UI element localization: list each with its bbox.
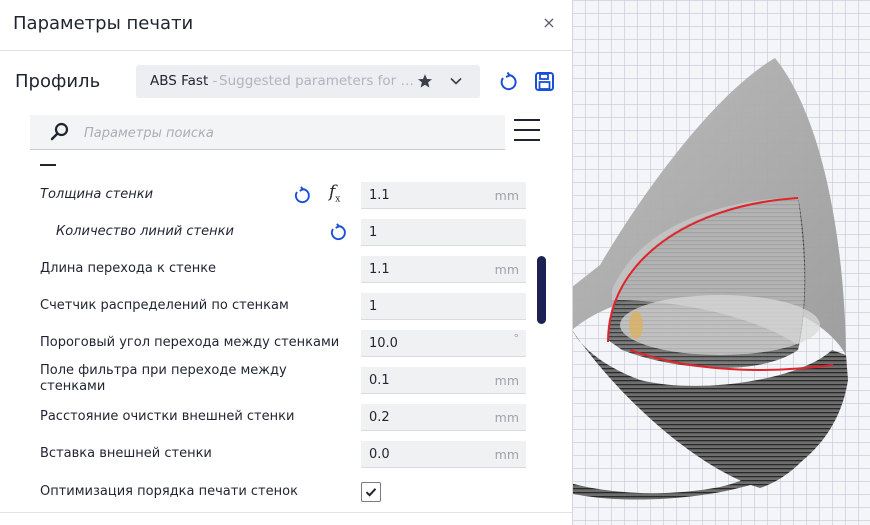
checkmark-icon (365, 488, 377, 497)
setting-input[interactable]: 1.1 mm (361, 256, 526, 283)
menu-bar-3 (514, 139, 540, 141)
setting-value: 1 (369, 299, 378, 314)
setting-label: Счетчик распределений по стенкам (40, 298, 289, 313)
setting-value: 10.0 (369, 336, 398, 351)
setting-unit: ° (513, 332, 520, 345)
setting-input[interactable]: 1 (361, 219, 526, 246)
setting-label: Пороговый угол перехода между стенками (40, 335, 340, 350)
setting-row-outer-wall-inset: Вставка внешней стенки 0.0 mm (0, 438, 572, 470)
setting-input[interactable]: 10.0 ° (361, 330, 526, 357)
setting-value: 1.1 (369, 188, 390, 203)
setting-unit: mm (494, 410, 519, 425)
save-icon[interactable] (534, 71, 555, 92)
setting-row-wall-transition-length: Длина перехода к стенке 1.1 mm (0, 253, 572, 285)
title-bar: Параметры печати × (0, 0, 572, 51)
setting-label: Вставка внешней стенки (40, 446, 212, 461)
chevron-down-icon[interactable] (449, 74, 463, 88)
setting-label: Расстояние очистки внешней стенки (40, 409, 295, 424)
search-icon (50, 122, 69, 141)
setting-input[interactable]: 1.1 mm (361, 182, 526, 209)
reset-setting-icon[interactable] (292, 186, 311, 205)
setting-row-wall-distribution-count: Счетчик распределений по стенкам 1 (0, 290, 572, 322)
star-icon[interactable] (417, 73, 433, 89)
setting-row-wall-line-count: Количество линий стенки 1 (0, 216, 572, 248)
setting-label: Длина перехода к стенке (40, 261, 217, 276)
reset-setting-icon[interactable] (328, 223, 347, 242)
setting-row-wall-transition-filter-margin: Поле фильтра при переходе между стенками… (0, 363, 572, 396)
setting-value: 0.0 (369, 447, 390, 462)
setting-unit: mm (494, 447, 519, 462)
settings-scrollbar[interactable] (537, 256, 546, 324)
setting-unit: mm (494, 188, 519, 203)
collapse-section-icon[interactable] (40, 164, 56, 166)
settings-menu-button[interactable] (514, 119, 540, 143)
bottom-divider (0, 512, 572, 513)
setting-label: Толщина стенки (40, 187, 154, 202)
setting-value: 1.1 (369, 262, 390, 277)
menu-bar-2 (514, 129, 540, 131)
setting-input[interactable]: 0.2 mm (361, 404, 526, 431)
setting-unit: mm (494, 262, 519, 277)
setting-row-wall-transition-angle: Пороговый угол перехода между стенками 1… (0, 327, 572, 359)
close-button[interactable]: × (540, 14, 558, 32)
optimize-wall-order-checkbox[interactable] (361, 482, 381, 502)
menu-bar-1 (514, 119, 540, 121)
setting-row-optimize-wall-order: Оптимизация порядка печати стенок (0, 476, 572, 508)
settings-search[interactable] (30, 115, 505, 150)
setting-label: Количество линий стенки (56, 224, 234, 239)
setting-label: Поле фильтра при переходе между стенками (40, 363, 287, 394)
profile-separator: - (208, 73, 218, 89)
setting-input[interactable]: 0.0 mm (361, 441, 526, 468)
setting-unit: mm (494, 373, 519, 388)
panel-title: Параметры печати (13, 13, 194, 34)
setting-input[interactable]: 1 (361, 293, 526, 320)
setting-label: Оптимизация порядка печати стенок (40, 484, 298, 499)
profile-description: Suggested parameters for PLA, PETG (219, 73, 415, 89)
setting-value: 0.1 (369, 373, 390, 388)
function-fx-icon[interactable]: fx (329, 182, 347, 204)
reset-profile-icon[interactable] (498, 72, 518, 92)
profile-label: Профиль (15, 71, 101, 92)
setting-value: 0.2 (369, 410, 390, 425)
profile-name: ABS Fast - (150, 73, 218, 89)
profile-dropdown[interactable]: ABS Fast - Suggested parameters for PLA,… (136, 65, 480, 98)
setting-row-outer-wall-wipe-distance: Расстояние очистки внешней стенки 0.2 mm (0, 401, 572, 433)
setting-value: 1 (369, 225, 378, 240)
setting-input[interactable]: 0.1 mm (361, 367, 526, 394)
print-settings-panel: Параметры печати × Профиль ABS Fast - Su… (0, 0, 573, 525)
setting-row-wall-thickness: Толщина стенки fx 1.1 mm (0, 179, 572, 211)
search-input[interactable] (82, 121, 486, 145)
